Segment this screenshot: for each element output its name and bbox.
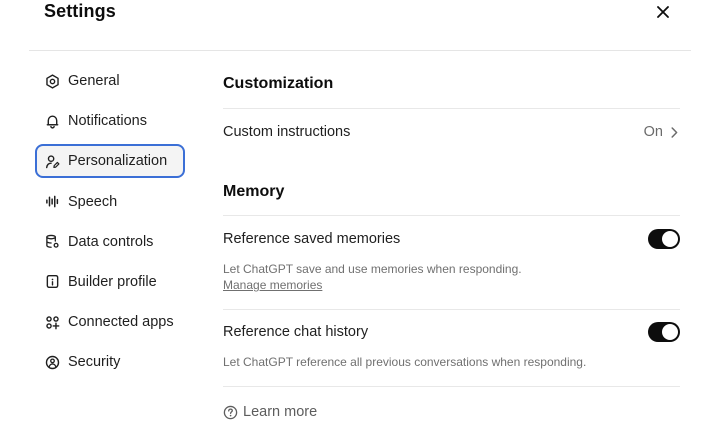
sidebar-item-connected-apps[interactable]: Connected apps xyxy=(35,305,185,339)
chevron-right-icon xyxy=(671,126,678,138)
settings-sidebar: General Notifications Personalization Sp… xyxy=(35,64,185,386)
reference-saved-memories-description: Let ChatGPT save and use memories when r… xyxy=(223,262,522,276)
sidebar-item-speech[interactable]: Speech xyxy=(35,185,185,219)
close-button[interactable] xyxy=(652,2,674,22)
divider xyxy=(223,108,680,109)
sidebar-item-label: Builder profile xyxy=(68,273,157,290)
learn-more-label: Learn more xyxy=(243,404,318,420)
sidebar-item-personalization[interactable]: Personalization xyxy=(35,144,185,179)
divider xyxy=(223,386,680,387)
custom-instructions-value: On xyxy=(643,124,663,140)
custom-instructions-button[interactable]: On xyxy=(644,124,678,140)
close-icon xyxy=(657,6,669,18)
sidebar-item-label: Security xyxy=(68,354,121,371)
sidebar-item-security[interactable]: Security xyxy=(35,345,185,379)
sidebar-item-notifications[interactable]: Notifications xyxy=(35,104,185,138)
bell-icon xyxy=(44,113,60,129)
sidebar-item-label: General xyxy=(68,73,120,89)
header-divider xyxy=(29,50,691,51)
database-settings-icon xyxy=(44,234,60,250)
reference-saved-memories-toggle[interactable] xyxy=(648,229,680,249)
section-title-memory: Memory xyxy=(223,183,285,200)
sidebar-item-label: Connected apps xyxy=(68,314,174,331)
help-circle-icon xyxy=(223,405,238,419)
waveform-icon xyxy=(44,194,60,210)
sidebar-item-label: Personalization xyxy=(68,153,168,170)
id-card-icon xyxy=(44,274,60,290)
custom-instructions-label: Custom instructions xyxy=(223,124,351,140)
sidebar-item-label: Data controls xyxy=(68,233,154,250)
person-edit-icon xyxy=(44,153,60,169)
divider xyxy=(223,309,680,310)
toggle-knob xyxy=(662,324,678,340)
learn-more-link[interactable]: Learn more xyxy=(223,404,317,420)
sidebar-item-builder-profile[interactable]: Builder profile xyxy=(35,265,185,299)
sidebar-item-data-controls[interactable]: Data controls xyxy=(35,225,185,259)
sidebar-item-label: Speech xyxy=(68,193,118,210)
reference-chat-history-toggle[interactable] xyxy=(648,322,680,342)
section-title-customization: Customization xyxy=(223,75,334,92)
page-title: Settings xyxy=(44,1,116,21)
reference-saved-memories-label: Reference saved memories xyxy=(223,231,401,247)
sidebar-item-general[interactable]: General xyxy=(35,64,185,98)
reference-chat-history-description: Let ChatGPT reference all previous conve… xyxy=(223,355,587,369)
manage-memories-link[interactable]: Manage memories xyxy=(223,278,322,292)
sidebar-item-label: Notifications xyxy=(68,113,147,130)
settings-header: Settings xyxy=(0,0,728,51)
toggle-knob xyxy=(662,231,678,247)
divider xyxy=(223,215,680,216)
gear-icon xyxy=(44,73,60,89)
lock-shield-icon xyxy=(44,354,60,370)
reference-chat-history-label: Reference chat history xyxy=(223,324,369,340)
apps-grid-icon xyxy=(44,314,60,330)
